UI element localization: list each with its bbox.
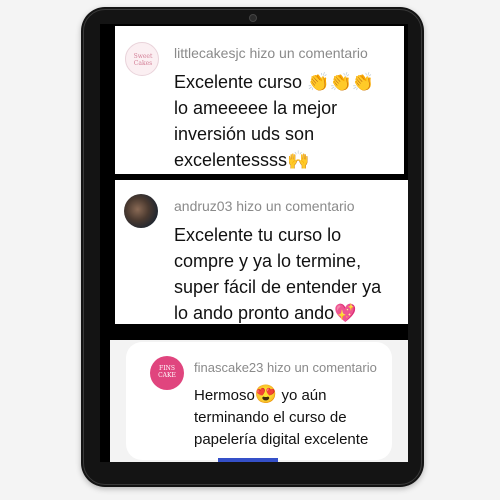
avatar-logo-text: Sweet Cakes xyxy=(133,53,153,67)
comment-body: Excelente curso 👏👏👏 lo ameeeee la mejor … xyxy=(174,69,399,173)
comment-body: Excelente tu curso lo compre y ya lo ter… xyxy=(174,222,406,326)
avatar[interactable]: FINS CAKE xyxy=(150,356,184,390)
comment-line: lo ameeeee la mejor xyxy=(174,98,338,118)
comment-line: Hermoso xyxy=(194,387,255,404)
comment-line: Excelente tu curso lo xyxy=(174,225,342,245)
comment-header: andruz03 hizo un comentario xyxy=(174,198,355,214)
bottom-image-strip xyxy=(218,458,278,462)
comment-line: inversión uds son xyxy=(174,124,315,144)
tablet-screen: Sweet Cakes littlecakesjc hizo un coment… xyxy=(100,24,408,462)
heart-eyes-icon: 😍 xyxy=(254,384,278,404)
sparkling-heart-icon: 💖 xyxy=(334,303,357,323)
comment-body: Hermoso😍 yo aún terminando el curso de p… xyxy=(194,383,408,451)
comment-line: terminando el curso de xyxy=(194,409,347,426)
comment-card: FINS CAKE finascake23 hizo un comentario… xyxy=(110,340,408,462)
raised-hands-icon: 🙌 xyxy=(287,150,310,170)
comment-line: excelentessss xyxy=(174,150,288,170)
comment-card: Sweet Cakes littlecakesjc hizo un coment… xyxy=(115,26,404,174)
comment-header: littlecakesjc hizo un comentario xyxy=(174,45,368,61)
comment-line: super fácil de entender ya xyxy=(174,277,382,297)
comment-card: andruz03 hizo un comentario Excelente tu… xyxy=(115,180,408,324)
comment-line: papelería digital excelente xyxy=(194,431,369,448)
comment-line: compre y ya lo termine, xyxy=(174,251,362,271)
comment-header: finascake23 hizo un comentario xyxy=(194,360,377,375)
front-camera xyxy=(249,14,257,22)
comment-line: yo aún xyxy=(281,387,327,404)
clapping-hands-icon: 👏👏👏 xyxy=(307,72,375,92)
avatar[interactable] xyxy=(124,194,158,228)
comment-line: lo ando pronto ando xyxy=(174,303,335,323)
avatar-logo-text: FINS CAKE xyxy=(158,365,176,379)
avatar[interactable]: Sweet Cakes xyxy=(125,42,159,76)
comment-line: Excelente curso xyxy=(174,72,303,92)
